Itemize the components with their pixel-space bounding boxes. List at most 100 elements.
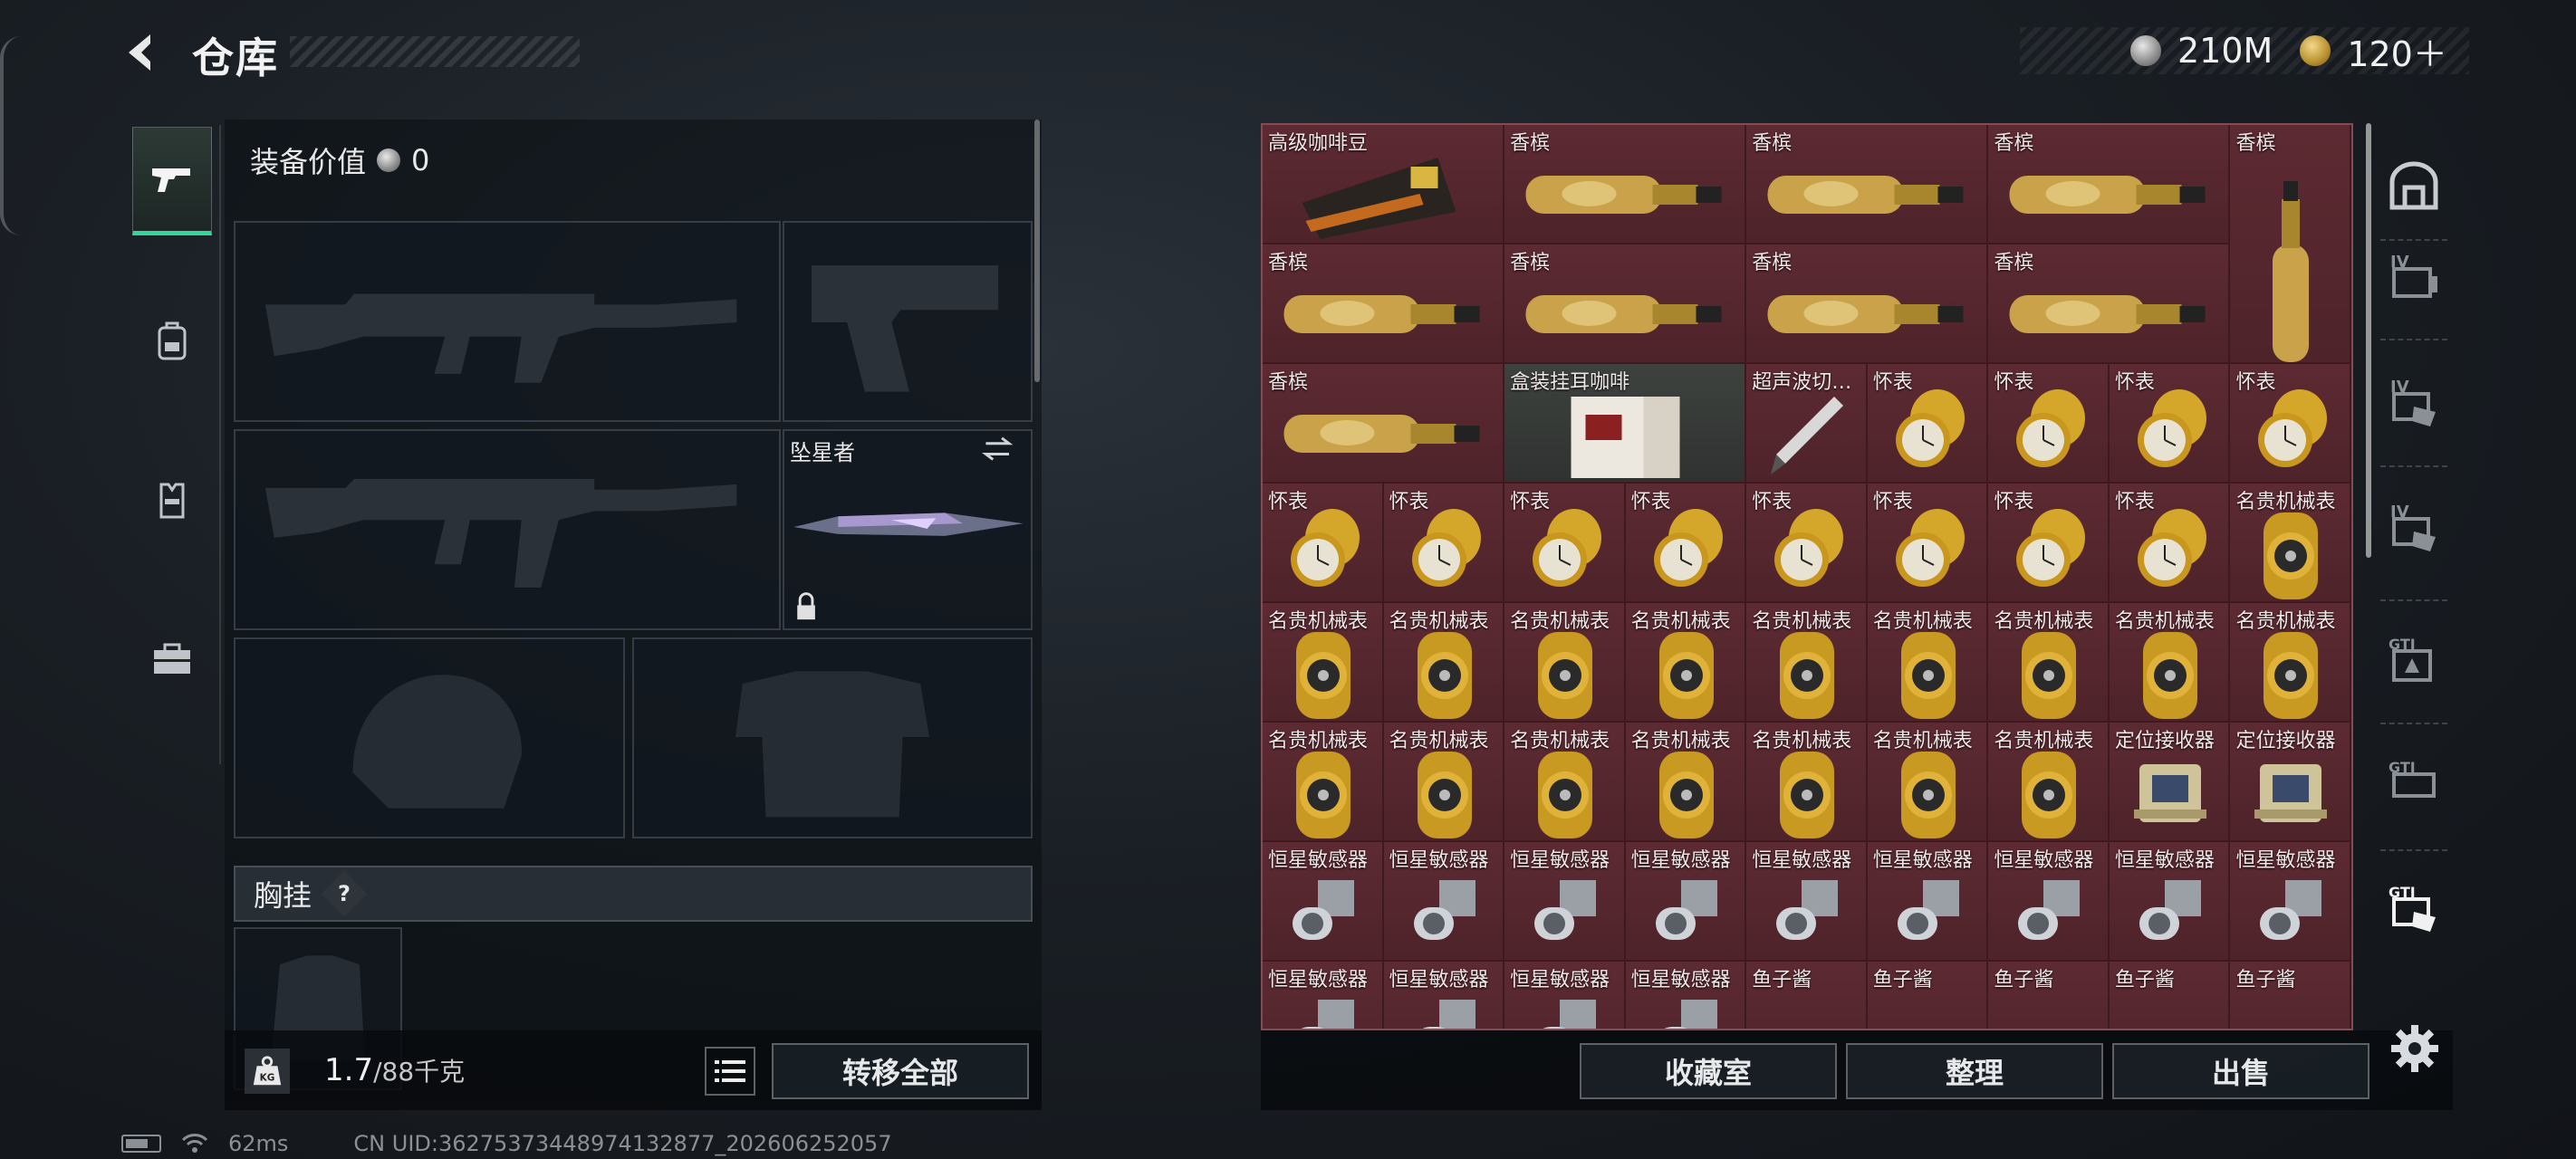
inventory-item-caviar[interactable]: 鱼子酱 (2109, 962, 2231, 1029)
inventory-item-champagne[interactable]: 香槟 (1746, 244, 1989, 364)
inventory-item-champagne[interactable]: 香槟 (1504, 125, 1747, 244)
inventory-item-wristwatch[interactable]: 名贵机械表 (1383, 723, 1505, 842)
inventory-item-pocketwatch[interactable]: 怀表 (1988, 364, 2110, 484)
inventory-item-caviar[interactable]: 鱼子酱 (2230, 962, 2351, 1029)
armor-slot[interactable] (632, 637, 1033, 838)
weight-readout: 1.7/88千克 (324, 1052, 465, 1088)
inventory-item-wristwatch[interactable]: 名贵机械表 (1988, 723, 2110, 842)
inventory-item-sensor[interactable]: 恒星敏感器 (1867, 842, 1989, 962)
inventory-item-caviar[interactable]: 鱼子酱 (1988, 962, 2110, 1029)
inventory-item-wristwatch[interactable]: 名贵机械表 (2230, 603, 2351, 723)
inventory-item-sensor[interactable]: 恒星敏感器 (1746, 842, 1868, 962)
melee-slot[interactable]: 坠星者 (783, 429, 1033, 630)
inventory-item-wristwatch[interactable]: 名贵机械表 (1746, 603, 1868, 723)
inventory-item-scalpel[interactable]: 超声波切… (1746, 364, 1868, 484)
inventory-item-pocketwatch[interactable]: 怀表 (1988, 484, 2110, 603)
pistol-slot[interactable] (783, 221, 1033, 422)
collection-room-button[interactable]: 收藏室 (1580, 1043, 1837, 1099)
inventory-item-coffee-box[interactable]: 盒装挂耳咖啡 (1504, 364, 1747, 484)
gold-currency-amount[interactable]: 120＋ (2347, 26, 2447, 76)
inventory-item-wristwatch[interactable]: 名贵机械表 (1988, 603, 2110, 723)
inventory-item-sensor[interactable]: 恒星敏感器 (1504, 962, 1626, 1029)
inventory-item-champagne[interactable]: 香槟 (1988, 125, 2231, 244)
inventory-item-coffee[interactable]: 高级咖啡豆 (1263, 125, 1505, 244)
nav-toolbox-tab[interactable] (132, 605, 212, 714)
inventory-item-champagne[interactable]: 香槟 (1263, 244, 1505, 364)
primary-weapon-slot[interactable] (234, 221, 781, 422)
case-gti-hand-icon: GTI (2389, 884, 2436, 932)
weight-icon: KG (245, 1049, 290, 1094)
case-iv-hand-tab-2[interactable]: IV (2384, 496, 2444, 556)
inventory-item-sensor[interactable]: 恒星敏感器 (1383, 842, 1505, 962)
list-view-button[interactable] (705, 1047, 755, 1096)
case-iv-hand-tab[interactable]: IV (2384, 371, 2444, 431)
nav-weapons-tab[interactable] (132, 127, 212, 235)
weight-bar: KG 1.7/88千克 转移全部 (225, 1030, 1042, 1110)
inventory-item-wristwatch[interactable]: 名贵机械表 (1263, 723, 1384, 842)
inventory-item-wristwatch[interactable]: 名贵机械表 (1625, 723, 1747, 842)
inventory-item-sensor[interactable]: 恒星敏感器 (1263, 842, 1384, 962)
inventory-item-champagne[interactable]: 香槟 (1263, 364, 1505, 484)
inventory-item-wristwatch[interactable]: 名贵机械表 (1504, 603, 1626, 723)
item-name: 恒星敏感器 (1389, 969, 1489, 991)
inventory-item-pocketwatch[interactable]: 怀表 (1867, 484, 1989, 603)
champagne-bottle-icon (2009, 176, 2206, 214)
inventory-item-wristwatch[interactable]: 名贵机械表 (1746, 723, 1868, 842)
inventory-item-sensor[interactable]: 恒星敏感器 (1383, 962, 1505, 1029)
nav-backpack-tab[interactable] (132, 288, 212, 397)
inventory-item-sensor[interactable]: 恒星敏感器 (1504, 842, 1626, 962)
inventory-item-pocketwatch[interactable]: 怀表 (1867, 364, 1989, 484)
inventory-item-champagne[interactable]: 香槟 (1504, 244, 1747, 364)
transfer-all-button[interactable]: 转移全部 (772, 1043, 1029, 1099)
wristwatch-icon (1780, 632, 1835, 719)
inventory-item-pocketwatch[interactable]: 怀表 (1383, 484, 1505, 603)
inventory-item-sensor[interactable]: 恒星敏感器 (1625, 962, 1747, 1029)
equipment-scrollbar[interactable] (1034, 120, 1040, 382)
inventory-item-champagne-vertical[interactable]: 香槟 (2230, 125, 2351, 364)
inventory-item-wristwatch[interactable]: 名贵机械表 (1625, 603, 1747, 723)
case-iv-hand-icon: IV (2390, 503, 2436, 551)
inventory-item-caviar[interactable]: 鱼子酱 (1867, 962, 1989, 1029)
inventory-item-pocketwatch[interactable]: 怀表 (2230, 364, 2351, 484)
inventory-item-wristwatch[interactable]: 名贵机械表 (1504, 723, 1626, 842)
inventory-item-wristwatch[interactable]: 名贵机械表 (2109, 603, 2231, 723)
inventory-item-wristwatch[interactable]: 名贵机械表 (1383, 603, 1505, 723)
inventory-item-pocketwatch[interactable]: 怀表 (1625, 484, 1747, 603)
settings-button[interactable] (2388, 1021, 2444, 1078)
vest-icon (159, 483, 185, 519)
sell-button[interactable]: 出售 (2112, 1043, 2369, 1099)
help-icon[interactable]: ? (321, 870, 368, 917)
nav-vest-tab[interactable] (132, 446, 212, 555)
inventory-item-sensor[interactable]: 恒星敏感器 (2230, 842, 2351, 962)
item-name: 香槟 (1268, 252, 1309, 274)
item-name: 怀表 (2114, 371, 2155, 394)
inventory-item-champagne[interactable]: 香槟 (1988, 244, 2231, 364)
case-gti-tab-2[interactable]: GTI (2384, 752, 2444, 811)
inventory-item-wristwatch[interactable]: 名贵机械表 (1867, 603, 1989, 723)
case-gti-tab[interactable]: GTI (2384, 628, 2444, 688)
inventory-item-pocketwatch[interactable]: 怀表 (1263, 484, 1384, 603)
inventory-item-wristwatch[interactable]: 名贵机械表 (1867, 723, 1989, 842)
inventory-item-receiver[interactable]: 定位接收器 (2230, 723, 2351, 842)
case-iv-tab[interactable]: IV (2384, 246, 2444, 306)
sort-button[interactable]: 整理 (1846, 1043, 2103, 1099)
secondary-weapon-slot[interactable] (234, 429, 781, 630)
item-name: 恒星敏感器 (2235, 849, 2336, 872)
inventory-item-receiver[interactable]: 定位接收器 (2109, 723, 2231, 842)
inventory-item-champagne[interactable]: 香槟 (1746, 125, 1989, 244)
inventory-item-sensor[interactable]: 恒星敏感器 (1988, 842, 2110, 962)
inventory-item-wristwatch[interactable]: 名贵机械表 (2230, 484, 2351, 603)
inventory-item-sensor[interactable]: 恒星敏感器 (1625, 842, 1747, 962)
helmet-slot[interactable] (234, 637, 625, 838)
inventory-item-sensor[interactable]: 恒星敏感器 (1263, 962, 1384, 1029)
inventory-item-sensor[interactable]: 恒星敏感器 (2109, 842, 2231, 962)
inventory-item-pocketwatch[interactable]: 怀表 (2109, 364, 2231, 484)
inventory-item-wristwatch[interactable]: 名贵机械表 (1263, 603, 1384, 723)
inventory-item-pocketwatch[interactable]: 怀表 (1504, 484, 1626, 603)
container-tab[interactable] (2384, 158, 2444, 217)
inventory-item-pocketwatch[interactable]: 怀表 (1746, 484, 1868, 603)
back-button[interactable] (118, 27, 168, 78)
inventory-item-pocketwatch[interactable]: 怀表 (2109, 484, 2231, 603)
inventory-item-caviar[interactable]: 鱼子酱 (1746, 962, 1868, 1029)
case-gti-hand-tab[interactable]: GTI (2384, 876, 2444, 936)
